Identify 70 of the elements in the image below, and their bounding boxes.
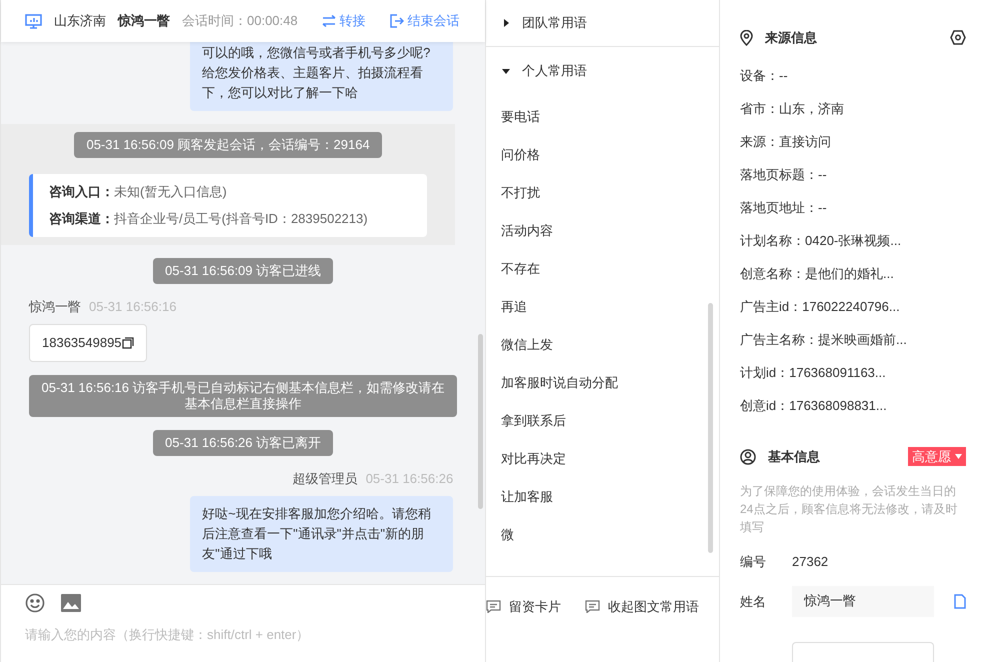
chat-bubble: 可以的哦，您微信号或者手机号多少呢?给您发价格表、主题客片、拍摄流程看下，您可以对比了解一下哈: [190, 42, 454, 110]
collapse-phrases-button[interactable]: 收起图文常用语: [585, 597, 700, 616]
phrase-item[interactable]: 要电话: [486, 98, 719, 136]
phrase-item[interactable]: 不打扰: [486, 174, 719, 212]
sender-name: 超级管理员: [292, 470, 358, 488]
phrase-item[interactable]: 再追: [486, 288, 719, 326]
visitor-name: 惊鸿一瞥: [118, 12, 170, 30]
field-label: 咨询入口：: [49, 182, 114, 200]
phrase-item[interactable]: 活动内容: [486, 212, 719, 250]
caret-right-icon: [502, 19, 510, 27]
copy-icon[interactable]: [122, 336, 134, 349]
phrase-item[interactable]: 让加客服: [486, 478, 719, 516]
phrase-group-toggle[interactable]: 个人常用语: [486, 47, 719, 94]
system-notice: 05-31 16:56:09 顾客发起会话，会话编号：29164: [74, 132, 382, 158]
customer-id: 27362: [792, 553, 828, 572]
field-label: 咨询渠道：: [49, 210, 114, 228]
field-label: 姓名: [740, 592, 767, 611]
phrase-item[interactable]: 问价格: [486, 136, 719, 174]
phrase-item[interactable]: 微信上发: [486, 326, 719, 364]
user-circle-icon: [740, 448, 756, 465]
system-notice: 05-31 16:56:26 访客已离开: [153, 430, 334, 456]
message-input[interactable]: 请输入您的内容（换行快捷键：shift/ctrl + enter）: [25, 625, 462, 644]
message-time: 05-31 16:56:26: [366, 470, 454, 488]
session-timer: 会话时间：00:00:48: [182, 12, 298, 30]
scrollbar-thumb[interactable]: [708, 303, 713, 553]
message-time: 05-31 16:56:16: [89, 298, 176, 316]
info-row-text: 计划名称：0420-张琳视频...: [740, 232, 902, 250]
info-row-text: 广告主id：176022240796...: [740, 298, 901, 316]
info-row-text: 创意id：176368098831...: [740, 396, 888, 415]
info-row-text: 计划id：176368091163...: [740, 364, 887, 382]
visitor-location: 山东济南: [54, 12, 106, 30]
phrase-item[interactable]: 对比再决定: [486, 440, 719, 478]
phrase-item[interactable]: 加客服时说自动分配: [486, 364, 719, 402]
monitor-icon: [25, 14, 42, 28]
info-row-text: 广告主名称：提米映画婚前...: [740, 330, 908, 349]
info-row-text: 落地页标题：--: [740, 166, 828, 184]
field-label: 编号: [740, 553, 767, 572]
settings-icon[interactable]: [950, 30, 966, 46]
chat-bubble: 好哒~现在安排客服加您介绍哈。请您稍后注意查看一下"通讯录"并点击"新的朋友"通过下哦: [190, 496, 454, 572]
caret-down-icon: [502, 66, 510, 74]
info-row-text: 设备：--: [740, 67, 789, 86]
system-notice: 05-31 16:56:09 访客已进线: [153, 258, 334, 284]
smiley-icon[interactable]: [25, 593, 45, 613]
field-value: 未知(暂无入口信息): [114, 182, 227, 201]
section-title: 来源信息: [765, 29, 818, 47]
info-row-text: 来源：直接访问: [740, 133, 832, 152]
section-title: 基本信息: [768, 448, 821, 466]
info-row-text: 省市：山东，济南: [740, 100, 845, 118]
document-icon[interactable]: [954, 594, 966, 609]
phrase-item[interactable]: 微: [486, 516, 719, 554]
comment-icon: [585, 600, 600, 614]
input-field[interactable]: [792, 642, 934, 662]
swap-arrows-icon: [322, 15, 336, 27]
field-value: 抖音企业号/员工号(抖音号ID：2839502213): [114, 210, 368, 228]
location-pin-icon: [740, 30, 753, 46]
phrase-group-toggle[interactable]: 团队常用语: [486, 0, 719, 47]
phone-number: 18363549895: [42, 334, 122, 352]
info-row-text: 创意名称：是他们的婚礼...: [740, 264, 895, 283]
exit-icon: [390, 14, 404, 28]
notice-text: 为了保障您的使用体验，会话发生当日的24点之后，顾客信息将无法修改，请及时填写: [740, 483, 958, 536]
caret-down-icon: [955, 454, 962, 460]
image-icon[interactable]: [61, 594, 81, 612]
info-row-text: 落地页地址：--: [740, 199, 828, 218]
phrase-item[interactable]: 不存在: [486, 250, 719, 288]
scrollbar-thumb[interactable]: [478, 334, 484, 509]
comment-icon: [486, 600, 502, 614]
phrase-item[interactable]: 拿到联系后: [486, 402, 719, 440]
sender-name: 惊鸿一瞥: [29, 298, 81, 316]
lead-card-button[interactable]: 留资卡片: [486, 597, 562, 616]
system-notice: 05-31 16:56:16 访客手机号已自动标记右侧基本信息栏，如需修改请在基本信息栏直接操作: [29, 374, 458, 416]
